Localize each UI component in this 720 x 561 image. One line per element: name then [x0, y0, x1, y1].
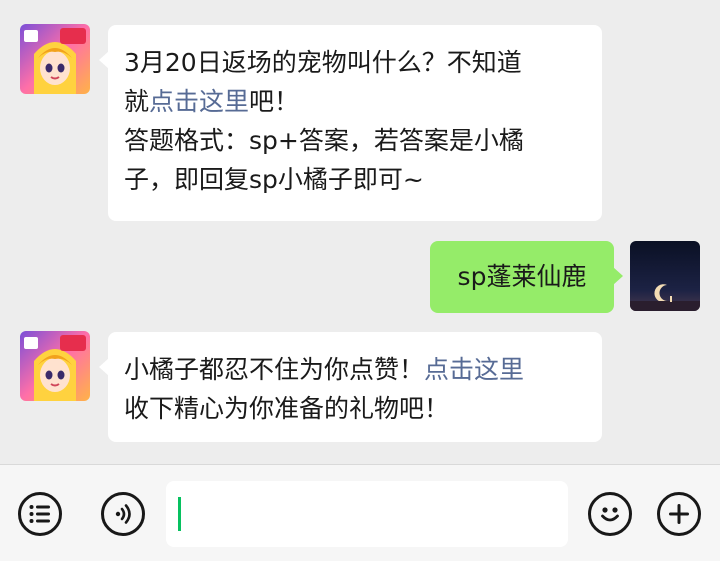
avatar-image [20, 331, 90, 401]
menu-button[interactable] [18, 492, 62, 536]
night-moon-avatar[interactable] [630, 241, 700, 311]
plus-button[interactable] [657, 492, 701, 536]
message-text: sp蓬莱仙鹿 [457, 262, 587, 291]
message-line: 答题格式：sp+答案，若答案是小橘 [124, 121, 586, 160]
input-toolbar [0, 464, 720, 561]
text-caret [178, 497, 181, 531]
message-input[interactable] [166, 481, 568, 547]
message-bubble: 小橘子都忍不住为你点赞！点击这里 收下精心为你准备的礼物吧！ [99, 332, 602, 442]
message-text: 小橘子都忍不住为你点赞！ [124, 355, 425, 384]
message-text: 子，即回复sp小橘子即可~ [124, 165, 424, 194]
game-character-avatar[interactable] [20, 24, 90, 94]
game-character-avatar[interactable] [20, 331, 90, 401]
emoji-button[interactable] [588, 492, 632, 536]
plus-icon [669, 504, 689, 524]
message-line: 就点击这里吧！ [124, 82, 586, 121]
menu-icon [29, 505, 50, 523]
chat-area: 3月20日返场的宠物叫什么？不知道 就点击这里吧！ 答题格式：sp+答案，若答案… [0, 0, 720, 464]
avatar-image [630, 241, 700, 311]
voice-icon [115, 504, 131, 524]
avatar-image [20, 24, 90, 94]
message-bubble: 3月20日返场的宠物叫什么？不知道 就点击这里吧！ 答题格式：sp+答案，若答案… [99, 25, 602, 221]
voice-button[interactable] [101, 492, 145, 536]
message-line: 小橘子都忍不住为你点赞！点击这里 [124, 350, 586, 389]
message-bubble-sent: sp蓬莱仙鹿 [430, 241, 623, 313]
message-text: 答题格式：sp+答案，若答案是小橘 [124, 126, 524, 155]
message-line: 子，即回复sp小橘子即可~ [124, 160, 586, 199]
message-text: 3月20日返场的宠物叫什么？不知道 [124, 48, 522, 77]
message-text: 吧！ [249, 87, 300, 116]
message-line: 3月20日返场的宠物叫什么？不知道 [124, 43, 586, 82]
message-text: 收下精心为你准备的礼物吧！ [124, 394, 450, 423]
message-text: 就 [124, 87, 150, 116]
message-line: 收下精心为你准备的礼物吧！ [124, 389, 586, 428]
emoji-icon [601, 507, 619, 522]
click-here-link[interactable]: 点击这里 [424, 355, 524, 384]
click-here-link[interactable]: 点击这里 [149, 87, 249, 116]
